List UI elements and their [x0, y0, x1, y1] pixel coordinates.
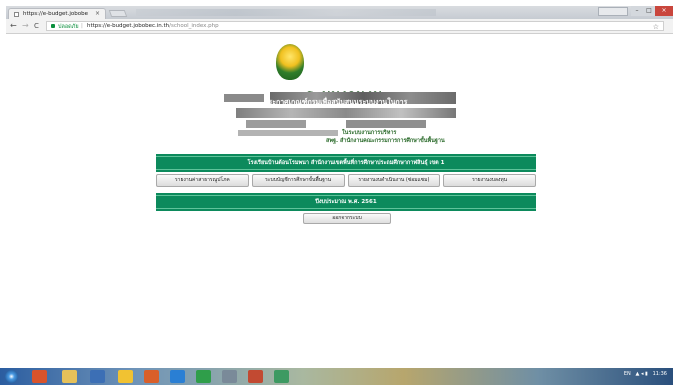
- page-content: ระบบงานงบ ประกาศเกณฑ์กรมเพื่อสนับสนุนระบ…: [6, 34, 673, 368]
- internet-explorer-icon[interactable]: [170, 370, 185, 383]
- fiscal-year-text: ปีงบประมาณ พ.ศ. 2561: [156, 195, 536, 209]
- fiscal-year-bar: ปีงบประมาณ พ.ศ. 2561: [156, 193, 536, 211]
- url-path: /school_index.php: [169, 23, 219, 29]
- word-icon[interactable]: [90, 370, 105, 383]
- window-controls: – □ ×: [598, 6, 673, 17]
- utilities-report-button[interactable]: รายงานค่าสาธารณูปโภค: [156, 174, 249, 187]
- media-icon[interactable]: [248, 370, 263, 383]
- header-pixel-block: [246, 120, 306, 128]
- header-pixel-block: [224, 94, 264, 102]
- back-icon[interactable]: ←: [10, 21, 17, 31]
- app-icon[interactable]: [274, 370, 289, 383]
- page-favicon-icon: [14, 12, 19, 17]
- agency-name: สพฐ. สำนักงานคณะกรรมการการศึกษาขั้นพื้นฐ…: [326, 138, 445, 144]
- address-bar[interactable]: ปลอดภัย | https://e-budget.jobobec.in.th…: [46, 21, 664, 31]
- bookmark-star-icon[interactable]: ☆: [653, 23, 659, 31]
- ministry-emblem-logo: [276, 44, 304, 80]
- reload-icon[interactable]: C: [34, 21, 39, 31]
- profile-button[interactable]: [598, 7, 628, 16]
- secure-label: ปลอดภัย: [58, 24, 79, 30]
- url-text: https://e-budget.jobobec.in.th/school_in…: [87, 23, 219, 29]
- new-tab-button[interactable]: [108, 10, 128, 17]
- media-player-icon[interactable]: [32, 370, 47, 383]
- browser-window: https://e-budget.jobobe × – □ × ← → C ปล…: [6, 6, 673, 368]
- school-info-bar: โรงเรียนบ้านต้อนโรมพนา สำนักงานเขตพื้นที…: [156, 154, 536, 172]
- clock[interactable]: 11:36: [653, 371, 667, 377]
- maximize-button[interactable]: □: [643, 6, 655, 16]
- excel-icon[interactable]: [196, 370, 211, 383]
- url-host: https://e-budget.jobobec.in.th: [87, 23, 170, 29]
- tab-title: https://e-budget.jobobe: [23, 11, 88, 17]
- system-tray: EN ▲ ◂ ▮ 11:36: [623, 371, 667, 377]
- school-info-text: โรงเรียนบ้านต้อนโรมพนา สำนักงานเขตพื้นที…: [156, 156, 536, 170]
- close-window-button[interactable]: ×: [655, 6, 673, 16]
- paint-icon[interactable]: [222, 370, 237, 383]
- basic-education-account-button[interactable]: ระบบบัญชีการศึกษาขั้นพื้นฐาน: [251, 174, 345, 187]
- minimize-button[interactable]: –: [631, 6, 643, 16]
- operating-budget-report-button[interactable]: รายงานงบดำเนินงาน (ซ่อมแซม): [347, 174, 441, 187]
- lock-icon: [51, 24, 55, 28]
- header-pixel-block: [346, 120, 426, 128]
- language-indicator[interactable]: EN: [624, 371, 631, 377]
- report-menu: รายงานค่าสาธารณูปโภค ระบบบัญชีการศึกษาขั…: [156, 174, 536, 187]
- tab-strip: https://e-budget.jobobe × – □ ×: [6, 6, 673, 19]
- tab-strip-background: [136, 9, 436, 16]
- start-button[interactable]: [5, 370, 18, 383]
- powerpoint-icon[interactable]: [144, 370, 159, 383]
- file-explorer-icon[interactable]: [62, 370, 77, 383]
- url-separator: |: [81, 23, 83, 29]
- header-line-2: ในระบบงานการบริหาร: [342, 130, 397, 136]
- forward-icon[interactable]: →: [22, 21, 29, 31]
- tab-close-icon[interactable]: ×: [95, 10, 100, 17]
- investment-budget-report-button[interactable]: รายงานงบลงทุน: [443, 174, 536, 187]
- logout-button[interactable]: ออกจากระบบ: [303, 213, 391, 224]
- chrome-icon[interactable]: [118, 370, 133, 383]
- browser-toolbar: ← → C ปลอดภัย | https://e-budget.jobobec…: [6, 19, 673, 34]
- header-pixel-block: [238, 130, 338, 136]
- header-line-1: ประกาศเกณฑ์กรมเพื่อสนับสนุนระบบงานในการ: [264, 98, 408, 106]
- windows-taskbar: EN ▲ ◂ ▮ 11:36: [0, 368, 673, 385]
- header-pixel-block: [236, 108, 456, 118]
- browser-tab[interactable]: https://e-budget.jobobe ×: [8, 8, 106, 19]
